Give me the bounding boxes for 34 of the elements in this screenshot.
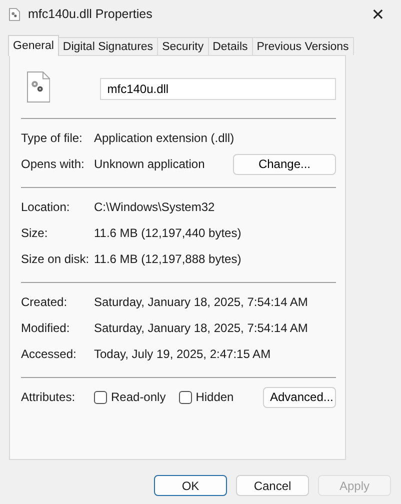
field-label: Type of file: (21, 131, 84, 145)
checkbox-label: Hidden (196, 390, 234, 404)
field-value: Today, July 19, 2025, 2:47:15 AM (94, 347, 272, 361)
dialog-button[interactable]: OK (154, 475, 227, 496)
dialog-button[interactable]: Cancel (236, 475, 309, 496)
field-value: Application extension (.dll) (94, 131, 236, 145)
field-value: Saturday, January 18, 2025, 7:54:14 AM (94, 321, 309, 335)
field-label: Modified: (21, 321, 71, 335)
checkbox[interactable] (178, 390, 192, 404)
window-title: mfc140u.dll Properties (28, 7, 154, 21)
field-value: Unknown application (94, 157, 206, 171)
advanced-button[interactable]: Advanced... (263, 386, 336, 408)
field-value: 11.6 MB (12,197,440 bytes) (94, 226, 242, 240)
field-value: C:\Windows\System32 (94, 200, 216, 214)
change-button[interactable]: Change... (233, 154, 336, 174)
field-value: Saturday, January 18, 2025, 7:54:14 AM (94, 295, 309, 309)
checkbox-label: Read-only (111, 390, 166, 404)
field-label: Location: (21, 200, 71, 214)
field-label: Accessed: (21, 347, 78, 361)
field-value: 11.6 MB (12,197,888 bytes) (94, 252, 242, 266)
field-label: Created: (21, 295, 68, 309)
file-name-field[interactable]: mfc140u.dll (100, 78, 336, 100)
file-gears-icon (27, 71, 50, 103)
file-gears-icon (9, 8, 20, 20)
tab[interactable]: Security (157, 37, 209, 55)
tab[interactable]: General (8, 35, 59, 56)
tab[interactable]: Digital Signatures (58, 37, 158, 55)
field-label: Attributes: (21, 390, 76, 404)
tab[interactable]: Previous Versions (252, 37, 354, 55)
checkbox[interactable] (94, 390, 107, 404)
field-label: Size: (21, 226, 49, 240)
field-label: Size on disk: (21, 252, 90, 266)
field-label: Opens with: (21, 157, 86, 171)
close-button[interactable]: ✕ (355, 0, 401, 28)
